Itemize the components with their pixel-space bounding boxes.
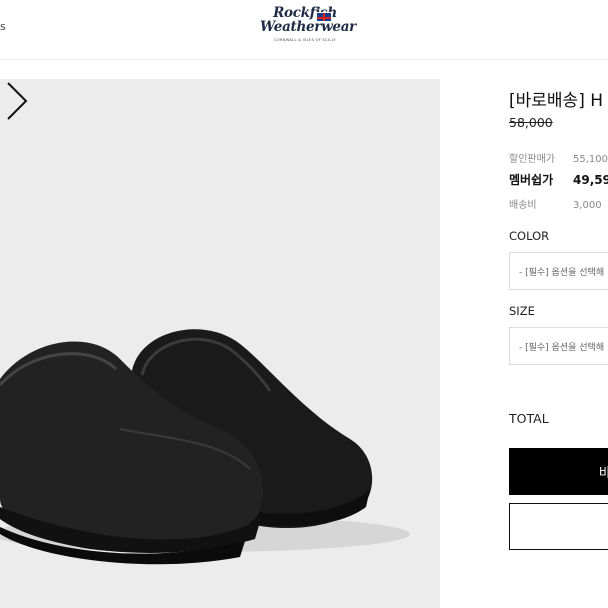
clog-shoes-image: [0, 329, 410, 565]
size-option-label: SIZE: [509, 304, 535, 318]
member-price-label: 멤버쉽가: [509, 173, 554, 187]
discount-price-label: 할인판매가: [509, 154, 555, 165]
shipping-fee-value: 3,000: [573, 200, 602, 211]
color-select[interactable]: - [필수] 옵션을 선택해: [509, 252, 608, 290]
original-price: 58,000: [509, 115, 553, 130]
color-option-label: COLOR: [509, 229, 550, 243]
discount-price-row: 할인판매가 55,100: [509, 150, 608, 165]
logo-line-1: Rockfish: [273, 5, 337, 21]
add-to-cart-button[interactable]: [509, 503, 608, 550]
buy-now-button[interactable]: 바: [509, 448, 608, 495]
logo-line-2: Weatherwear: [260, 19, 356, 35]
product-info-panel: [바로배송] H 58,000 할인판매가 55,100 멤버쉽가 49,59 배송…: [509, 0, 608, 608]
product-image[interactable]: [0, 79, 440, 608]
shipping-fee-label: 배송비: [509, 200, 537, 211]
logo-tagline: CORNWALL & ISLES OF SCILLY: [274, 38, 336, 42]
member-price-value: 49,59: [573, 173, 608, 187]
shipping-fee-row: 배송비 3,000: [509, 196, 602, 211]
total-label: TOTAL: [509, 411, 549, 426]
header-left-text[interactable]: s: [0, 20, 6, 33]
union-jack-flag-icon: [316, 12, 332, 22]
member-price-row: 멤버쉽가 49,59: [509, 171, 608, 188]
brand-logo[interactable]: Rockfish Weatherwear CORNWALL & ISLES OF…: [250, 6, 360, 50]
chevron-right-icon[interactable]: [0, 79, 32, 123]
product-title: [바로배송] H: [509, 91, 604, 111]
size-select[interactable]: - [필수] 옵션을 선택해: [509, 327, 608, 365]
discount-price-value: 55,100: [573, 154, 608, 165]
